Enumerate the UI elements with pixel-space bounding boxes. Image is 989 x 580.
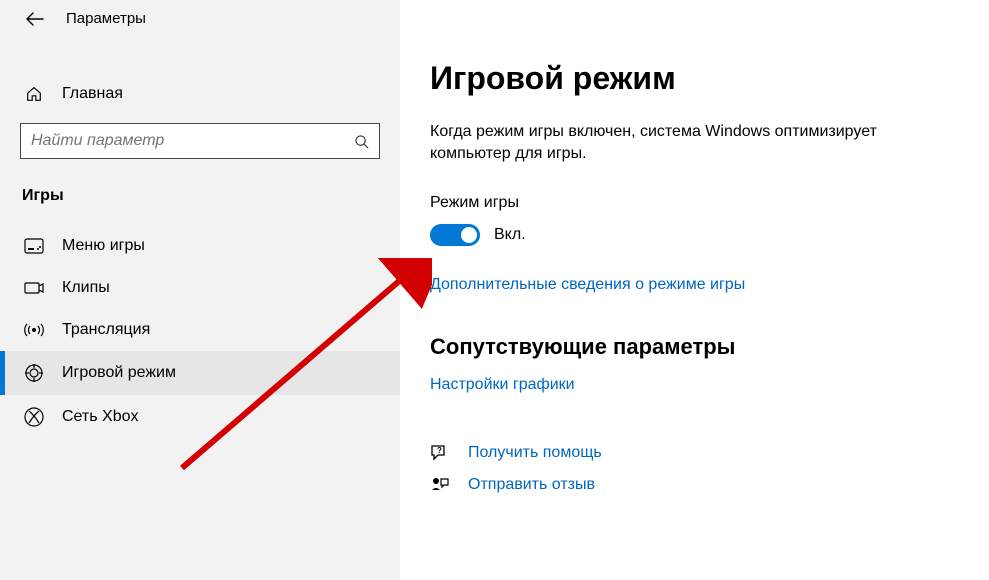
graphics-settings-link[interactable]: Настройки графики xyxy=(430,376,575,394)
give-feedback-row[interactable]: Отправить отзыв xyxy=(430,476,959,494)
game-bar-icon xyxy=(24,238,44,254)
related-heading: Сопутствующие параметры xyxy=(430,334,959,360)
captures-icon xyxy=(24,280,44,296)
svg-text:?: ? xyxy=(437,446,442,455)
sidebar-category: Игры xyxy=(0,159,400,215)
give-feedback-link[interactable]: Отправить отзыв xyxy=(468,476,595,494)
search-icon xyxy=(354,134,369,149)
get-help-link[interactable]: Получить помощь xyxy=(468,444,602,462)
page-description: Когда режим игры включен, система Window… xyxy=(430,121,950,166)
sidebar-home-label: Главная xyxy=(62,85,123,103)
feedback-icon xyxy=(430,476,450,494)
back-button[interactable] xyxy=(26,12,44,26)
search-field[interactable] xyxy=(31,132,354,150)
search-input[interactable] xyxy=(20,123,380,159)
toggle-label: Режим игры xyxy=(430,194,959,212)
broadcasting-icon xyxy=(24,321,44,339)
sidebar: Параметры Главная Игры Меню игры xyxy=(0,0,400,580)
sidebar-item-game-bar[interactable]: Меню игры xyxy=(0,225,400,267)
sidebar-nav: Меню игры Клипы Трансляция Игровой режим xyxy=(0,225,400,439)
sidebar-item-game-mode[interactable]: Игровой режим xyxy=(0,351,400,395)
sidebar-item-broadcasting[interactable]: Трансляция xyxy=(0,309,400,351)
home-icon xyxy=(24,85,44,103)
app-title: Параметры xyxy=(66,10,146,27)
game-mode-icon xyxy=(24,363,44,383)
page-title: Игровой режим xyxy=(430,60,959,97)
main-content: Игровой режим Когда режим игры включен, … xyxy=(400,0,989,580)
toggle-state-text: Вкл. xyxy=(494,226,526,244)
sidebar-item-label: Трансляция xyxy=(62,321,150,339)
sidebar-item-captures[interactable]: Клипы xyxy=(0,267,400,309)
game-mode-toggle[interactable] xyxy=(430,224,480,246)
sidebar-home[interactable]: Главная xyxy=(0,75,400,113)
help-icon: ? xyxy=(430,444,450,462)
learn-more-link[interactable]: Дополнительные сведения о режиме игры xyxy=(430,276,745,294)
sidebar-item-label: Клипы xyxy=(62,279,110,297)
sidebar-item-label: Игровой режим xyxy=(62,364,176,382)
sidebar-item-label: Сеть Xbox xyxy=(62,408,139,426)
sidebar-item-label: Меню игры xyxy=(62,237,145,255)
get-help-row[interactable]: ? Получить помощь xyxy=(430,444,959,462)
xbox-icon xyxy=(24,407,44,427)
sidebar-item-xbox-networking[interactable]: Сеть Xbox xyxy=(0,395,400,439)
